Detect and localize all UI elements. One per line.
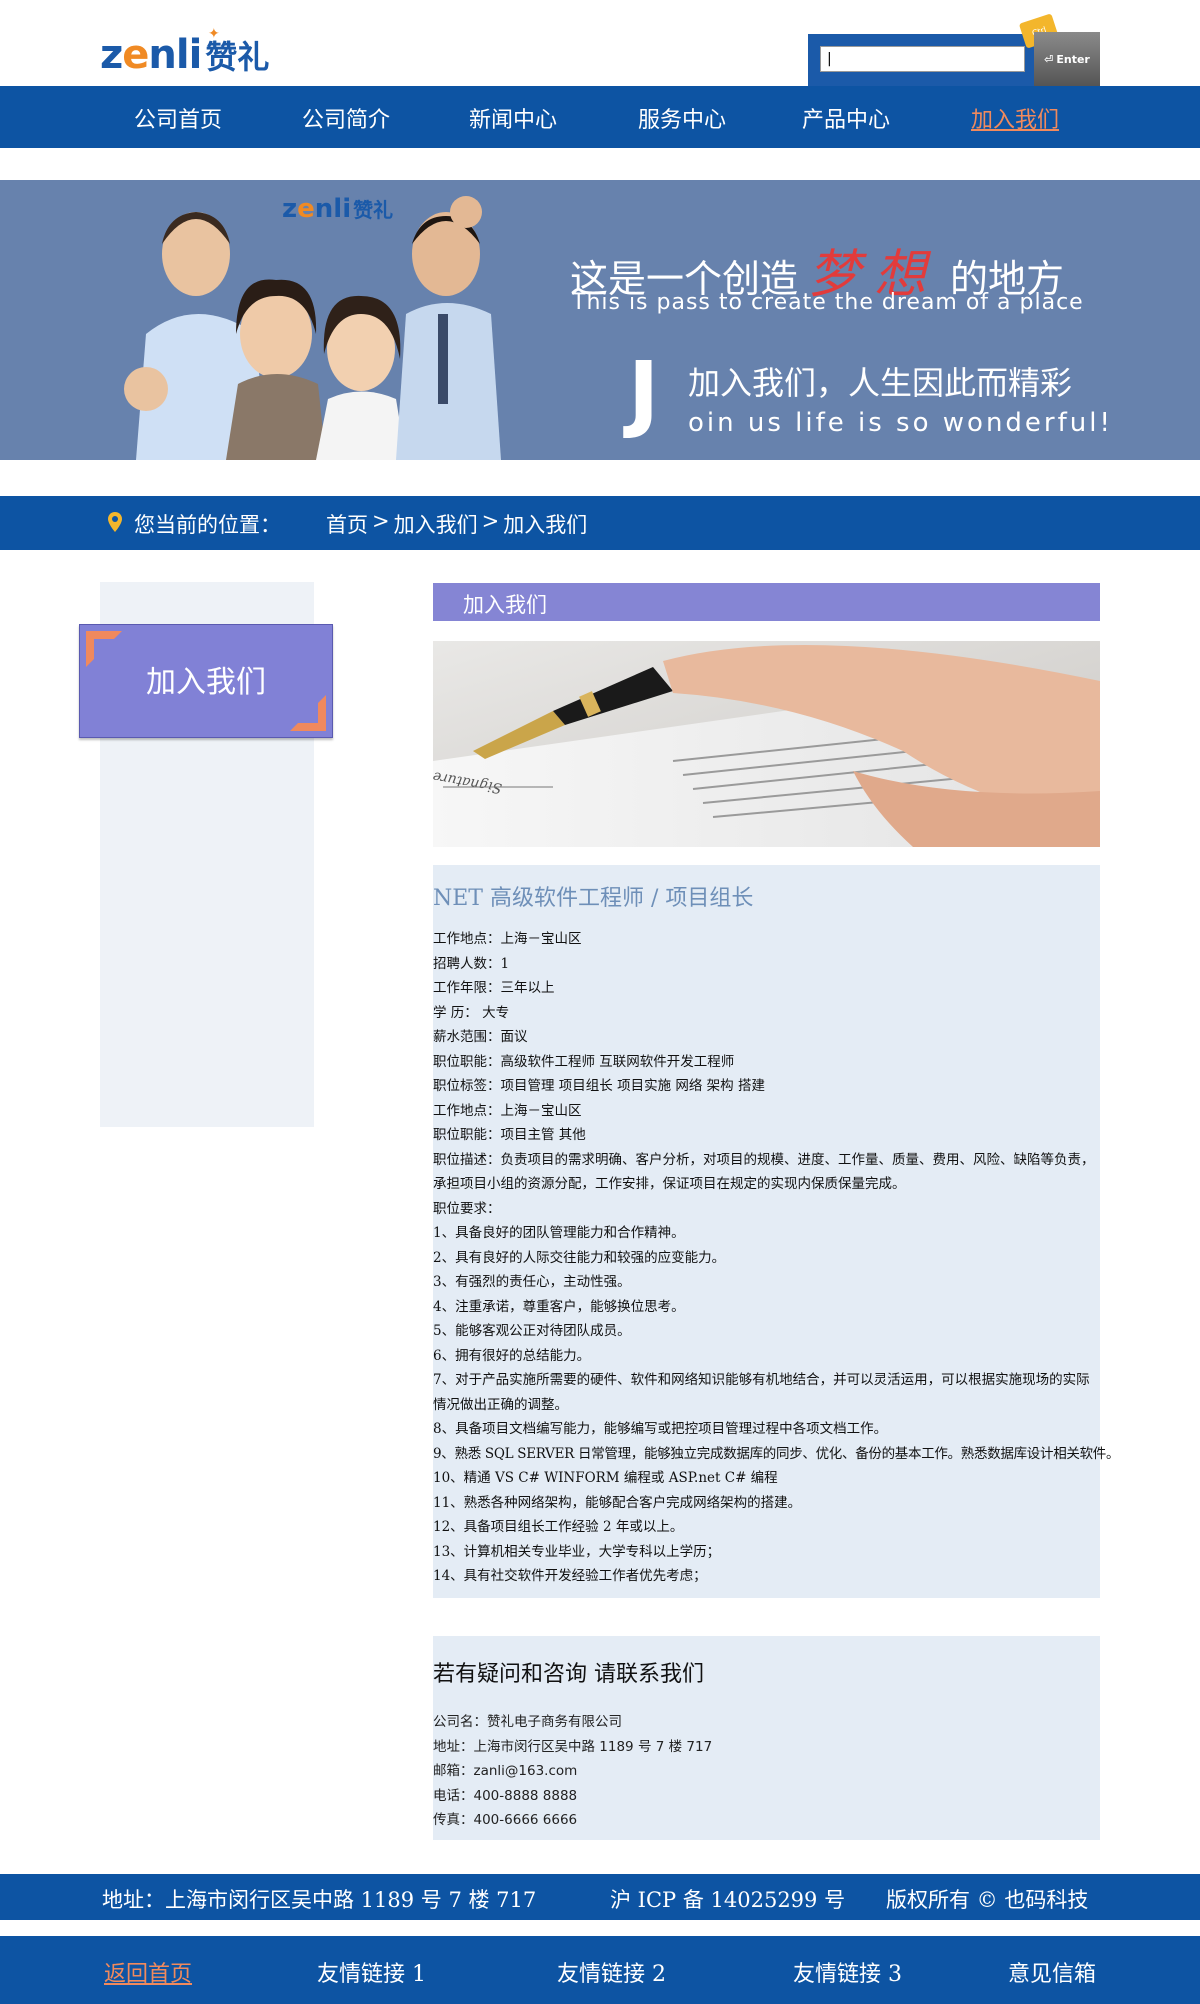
sidebar-item-join[interactable]: 加入我们 [79, 624, 333, 738]
footer-info-bar: 地址：上海市闵行区吴中路 1189 号 7 楼 717 沪 ICP 备 1402… [0, 1874, 1200, 1920]
corner-decoration-inner [296, 701, 318, 723]
job-posting: NET 高级软件工程师 / 项目组长 工作地点：上海－宝山区 招聘人数：1 工作… [433, 865, 1120, 1598]
breadcrumb-join-link[interactable]: 加入我们 [394, 509, 478, 539]
contact-phone: 电话：400-8888 8888 [433, 1787, 578, 1804]
main-nav: 公司首页 公司简介 新闻中心 服务中心 产品中心 加入我们 [0, 86, 1200, 148]
breadcrumb-label: 您当前的位置： [134, 513, 281, 537]
footer-icp: 沪 ICP 备 14025299 号 [610, 1888, 846, 1912]
search-enter-button[interactable]: ⏎ Enter [1034, 32, 1100, 86]
job-detail-line: 学 历： 大专 [433, 1004, 510, 1021]
signing-pen-image: Signature [433, 641, 1100, 847]
enter-arrow-icon: ⏎ [1044, 52, 1054, 66]
job-requirement: 6、拥有很好的总结能力。 [433, 1347, 591, 1364]
contact-details: 公司名：赞礼电子商务有限公司 地址：上海市闵行区吴中路 1189 号 7 楼 7… [433, 1710, 712, 1833]
job-requirement: 2、具有良好的人际交往能力和较强的应变能力。 [433, 1249, 726, 1266]
contact-address: 地址：上海市闵行区吴中路 1189 号 7 楼 717 [433, 1738, 713, 1755]
job-detail-line: 职位职能：项目主管 其他 [433, 1127, 586, 1143]
job-requirement: 5、能够客观公正对待团队成员。 [433, 1323, 631, 1339]
job-detail-line: 薪水范围：面议 [433, 1029, 528, 1045]
job-requirement: 7、对于产品实施所需要的硬件、软件和网络知识能够有机地结合，并可以灵活运用，可以… [433, 1372, 1090, 1413]
banner-slogan-en: This is pass to create the dream of a pl… [572, 290, 1084, 315]
contact-email: 邮箱：zanli@163.com [433, 1763, 578, 1779]
footer-link-friend-3[interactable]: 友情链接 3 [793, 1956, 902, 1988]
job-requirement: 13、计算机相关专业毕业，大学专科以上学历； [433, 1543, 721, 1560]
job-requirement: 3、有强烈的责任心，主动性强。 [433, 1274, 631, 1290]
job-requirement: 9、熟悉 SQL SERVER 日常管理，能够独立完成数据库的同步、优化、备份的… [433, 1445, 1120, 1462]
nav-item-products[interactable]: 产品中心 [802, 102, 890, 134]
banner-join-letter: J [628, 343, 660, 441]
job-detail-line: 工作地点：上海－宝山区 [433, 931, 582, 947]
breadcrumb-path: 首页 > 加入我们 > 加入我们 [326, 509, 587, 539]
sidebar-card-title: 加入我们 [146, 665, 266, 700]
job-requirement: 11、熟悉各种网络架构，能够配合客户完成网络架构的搭建。 [433, 1494, 802, 1511]
job-requirement: 8、具备项目文档编写能力，能够编写或把控项目管理过程中各项文档工作。 [433, 1421, 888, 1437]
job-detail-line: 职位标签：项目管理 项目组长 项目实施 网络 架构 搭建 [433, 1078, 765, 1094]
section-header: 加入我们 [433, 583, 1100, 621]
job-detail-line: 工作地点：上海－宝山区 [433, 1102, 582, 1119]
search-box [808, 34, 1040, 86]
team-photo-image [124, 196, 501, 460]
breadcrumb-separator: > [372, 509, 390, 533]
job-details: 工作地点：上海－宝山区 招聘人数：1 工作年限：三年以上 学 历： 大专 薪水范… [433, 927, 1120, 1589]
job-requirement: 14、具有社交软件开发经验工作者优先考虑； [433, 1568, 707, 1584]
search-input[interactable] [820, 46, 1025, 72]
banner-logo: zenli 赞礼 [282, 194, 394, 224]
contact-fax: 传真：400-6666 6666 [433, 1812, 578, 1828]
contact-panel: 若有疑问和咨询 请联系我们 公司名：赞礼电子商务有限公司 地址：上海市闵行区吴中… [433, 1636, 1100, 1840]
job-detail-line: 招聘人数：1 [433, 955, 510, 972]
hero-banner: zenli 赞礼 这是一个创造 梦想 的地方 This is pass to crea… [0, 180, 1200, 460]
footer-link-home[interactable]: 返回首页 [104, 1956, 192, 1988]
job-title: NET 高级软件工程师 / 项目组长 [433, 886, 754, 911]
job-requirement: 4、注重承诺，尊重客户，能够换位思考。 [433, 1298, 685, 1315]
banner-join-en: oin us life is so wonderful! [688, 408, 1113, 438]
breadcrumb-current: 加入我们 [503, 513, 588, 537]
footer-link-friend-2[interactable]: 友情链接 2 [557, 1956, 666, 1988]
job-detail-line: 职位职能：高级软件工程师 互联网软件开发工程师 [433, 1053, 735, 1070]
footer-link-feedback[interactable]: 意见信箱 [1008, 1956, 1096, 1988]
breadcrumb-separator: > [481, 509, 500, 533]
nav-item-home[interactable]: 公司首页 [134, 102, 222, 134]
job-requirement: 1、具备良好的团队管理能力和合作精神。 [433, 1225, 685, 1241]
job-description: 职位描述：负责项目的需求明确、客户分析，对项目的规模、进度、工作量、质量、费用、… [433, 1151, 1095, 1193]
nav-item-news[interactable]: 新闻中心 [469, 102, 557, 134]
job-requirement: 10、精通 VS C# WINFORM 编程或 ASP.net C# 编程 [433, 1470, 778, 1486]
logo-wordmark: zenli [100, 32, 202, 78]
contact-title: 若有疑问和咨询 请联系我们 [433, 1662, 704, 1687]
job-detail-line: 工作年限：三年以上 [433, 980, 555, 996]
breadcrumb: 您当前的位置： 首页 > 加入我们 > 加入我们 [0, 496, 1200, 550]
nav-item-about[interactable]: 公司简介 [302, 102, 390, 134]
location-pin-icon [108, 512, 122, 532]
banner-join-cn: 加入我们，人生因此而精彩 [688, 364, 1073, 402]
footer-address: 地址：上海市闵行区吴中路 1189 号 7 楼 717 [102, 1888, 537, 1912]
footer-link-friend-1[interactable]: 友情链接 1 [317, 1956, 426, 1988]
nav-item-join[interactable]: 加入我们 [971, 102, 1059, 134]
search-button-label: Enter [1056, 52, 1090, 66]
footer-links-bar: 返回首页 友情链接 1 友情链接 2 友情链接 3 意见信箱 [0, 1936, 1200, 2004]
job-detail-line: 职位要求： [433, 1200, 501, 1217]
nav-item-service[interactable]: 服务中心 [638, 102, 726, 134]
logo-star-icon: ✦ [208, 26, 220, 42]
contact-company: 公司名：赞礼电子商务有限公司 [433, 1714, 622, 1730]
site-logo[interactable]: zenli ✦ 赞礼 [100, 26, 269, 78]
breadcrumb-home-link[interactable]: 首页 [326, 509, 368, 539]
footer-copyright: 版权所有 © 也码科技 [886, 1888, 1089, 1912]
job-requirement: 12、具备项目组长工作经验 2 年或以上。 [433, 1519, 684, 1535]
section-title: 加入我们 [463, 593, 547, 617]
